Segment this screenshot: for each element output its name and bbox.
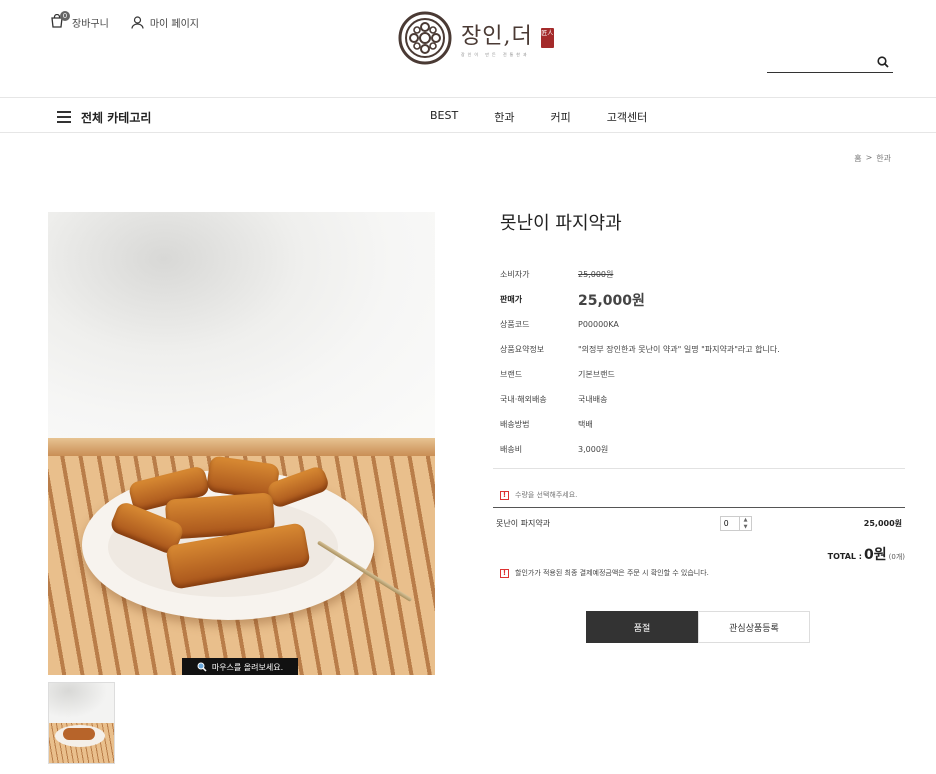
nav-menu: BEST 한과 커피 고객센터 — [430, 109, 647, 125]
product-summary: "의정부 장인한과 못난이 약과" 일명 "파지약과"라고 합니다. — [578, 345, 780, 354]
image-background — [48, 212, 435, 447]
quantity-stepper: ▲ ▼ — [720, 515, 752, 531]
row-label: 상품코드 — [500, 320, 530, 329]
product-title: 못난이 파지약과 — [500, 213, 622, 234]
row-product-code: 상품코드 P00000KA — [500, 312, 780, 337]
divider — [493, 507, 905, 508]
row-shipping-region: 국내·해외배송 국내배송 — [500, 387, 780, 412]
soldout-button[interactable]: 품절 — [586, 611, 698, 643]
thumbnail-background — [49, 683, 114, 723]
option-price: 25,000원 — [863, 518, 902, 528]
breadcrumb-home[interactable]: 홈 — [854, 153, 861, 164]
row-label: 배송비 — [500, 445, 523, 454]
zoom-hint: 마우스를 올려보세요. — [182, 658, 298, 675]
total-count: (0개) — [888, 553, 905, 561]
user-icon — [131, 15, 144, 29]
all-categories-button[interactable]: 전체 카테고리 — [57, 108, 151, 126]
cart-label: 장바구니 — [72, 18, 109, 30]
main-nav: 전체 카테고리 BEST 한과 커피 고객센터 — [0, 97, 936, 133]
magnifier-icon — [197, 662, 207, 672]
row-summary: 상품요약정보 "의정부 장인한과 못난이 약과" 일명 "파지약과"라고 합니다… — [500, 337, 780, 362]
selected-option-row: 못난이 파지약과 ▲ ▼ 25,000원 — [496, 514, 902, 532]
row-label: 상품요약정보 — [500, 345, 545, 354]
breadcrumb-current[interactable]: 한과 — [876, 153, 891, 164]
row-label: 배송방법 — [500, 420, 530, 429]
search-button[interactable] — [877, 53, 889, 72]
quantity-notice-text: 수량을 선택해주세요. — [515, 491, 578, 499]
cart-count-badge: 0 — [60, 11, 70, 21]
all-categories-label: 전체 카테고리 — [81, 110, 152, 125]
sale-price: 25,000원 — [578, 292, 645, 309]
stepper-buttons: ▲ ▼ — [740, 515, 752, 531]
warning-icon: ! — [500, 490, 509, 500]
top-links: 0 장바구니 마이 페이지 — [50, 11, 199, 30]
total-price: TOTAL : 0원 (0개) — [828, 544, 905, 564]
row-label: 브랜드 — [500, 370, 523, 379]
discount-notice-text: 할인가가 적용된 최종 결제예정금액은 주문 시 확인할 수 있습니다. — [515, 569, 709, 577]
image-tray-rim — [48, 438, 435, 456]
nav-item-hangwa[interactable]: 한과 — [494, 109, 514, 125]
warning-icon: ! — [500, 568, 509, 578]
thumbnail-tray — [49, 723, 114, 763]
cart-icon: 0 — [50, 11, 70, 30]
brand: 기본브랜드 — [578, 370, 615, 379]
logo-tagline: 장인이 만든 전통한과 — [461, 52, 530, 57]
product-code: P00000KA — [578, 320, 619, 329]
option-name: 못난이 파지약과 — [496, 518, 551, 528]
shipping-method: 택배 — [578, 420, 593, 429]
mypage-link[interactable]: 마이 페이지 — [131, 15, 199, 30]
search-input[interactable] — [767, 52, 867, 72]
divider — [493, 468, 905, 469]
logo-emblem-icon — [398, 11, 452, 65]
logo-name: 장인,더 — [461, 24, 533, 49]
header: 0 장바구니 마이 페이지 장인,더 장인이 만든 전통한과 匠人 — [0, 0, 936, 97]
shipping-fee: 3,000원 — [578, 445, 609, 454]
product-main-image[interactable]: 마우스를 올려보세요. — [48, 212, 435, 675]
quantity-up-button[interactable]: ▲ — [740, 517, 751, 524]
row-label: 국내·해외배송 — [500, 395, 547, 404]
product-thumbnail[interactable] — [48, 682, 115, 764]
logo-stamp: 匠人 — [540, 28, 554, 48]
total-value: 0원 — [864, 547, 887, 563]
zoom-hint-text: 마우스를 올려보세요. — [211, 662, 284, 672]
row-sale-price: 판매가 25,000원 — [500, 287, 780, 312]
row-brand: 브랜드 기본브랜드 — [500, 362, 780, 387]
quantity-notice: ! 수량을 선택해주세요. — [500, 490, 577, 500]
logo-text: 장인,더 장인이 만든 전통한과 — [461, 18, 533, 58]
row-label: 판매가 — [500, 295, 523, 304]
cart-link[interactable]: 0 장바구니 — [50, 11, 109, 30]
quantity-input[interactable] — [720, 515, 740, 531]
consumer-price: 25,000원 — [578, 270, 614, 279]
row-shipping-method: 배송방법 택배 — [500, 412, 780, 437]
search-icon — [877, 56, 889, 68]
discount-notice: ! 할인가가 적용된 최종 결제예정금액은 주문 시 확인할 수 있습니다. — [500, 568, 709, 578]
mypage-label: 마이 페이지 — [149, 18, 199, 30]
breadcrumb-separator: > — [865, 153, 873, 162]
site-logo[interactable]: 장인,더 장인이 만든 전통한과 匠人 — [397, 10, 554, 66]
shipping-region: 국내배송 — [578, 395, 608, 404]
breadcrumb: 홈 > 한과 — [854, 153, 891, 164]
product-detail-rows: 소비자가 25,000원 판매가 25,000원 상품코드 P00000KA 상… — [500, 262, 780, 462]
total-label: TOTAL : — [827, 552, 863, 561]
hamburger-menu-icon — [57, 108, 71, 126]
thumbnail-yakgwa — [63, 728, 95, 740]
row-shipping-fee: 배송비 3,000원 — [500, 437, 780, 462]
row-consumer-price: 소비자가 25,000원 — [500, 262, 780, 287]
add-to-wishlist-button[interactable]: 관심상품등록 — [698, 611, 810, 643]
search-box — [767, 50, 893, 73]
nav-item-customer-center[interactable]: 고객센터 — [607, 109, 647, 125]
row-label: 소비자가 — [500, 270, 530, 279]
nav-item-best[interactable]: BEST — [430, 109, 458, 125]
product-info: 못난이 파지약과 소비자가 25,000원 판매가 25,000원 상품코드 P… — [493, 205, 905, 643]
nav-item-coffee[interactable]: 커피 — [550, 109, 570, 125]
quantity-down-button[interactable]: ▼ — [740, 524, 751, 531]
